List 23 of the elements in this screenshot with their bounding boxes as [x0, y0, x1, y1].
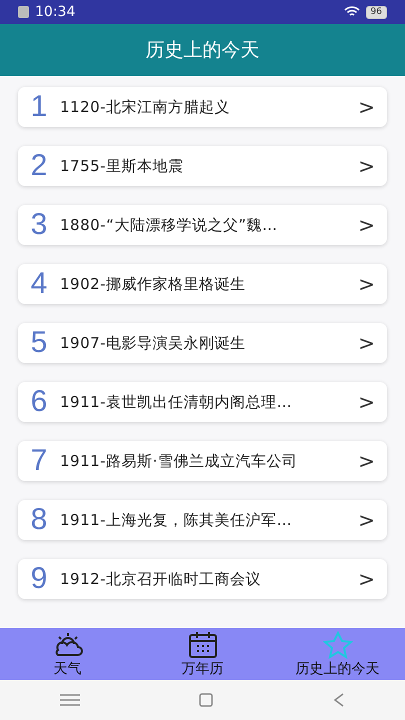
- event-item[interactable]: 4 1902-挪威作家格里格诞生 >: [18, 264, 387, 304]
- battery-level: 96: [366, 6, 387, 18]
- sim-icon: [18, 6, 29, 18]
- weather-icon: [52, 630, 82, 658]
- event-item[interactable]: 5 1907-电影导演吴永刚诞生 >: [18, 323, 387, 363]
- event-item[interactable]: 7 1911-路易斯·雪佛兰成立汽车公司 >: [18, 441, 387, 481]
- back-icon[interactable]: [332, 693, 346, 707]
- event-item[interactable]: 2 1755-里斯本地震 >: [18, 146, 387, 186]
- home-icon[interactable]: [198, 693, 212, 707]
- calendar-icon: [188, 630, 218, 658]
- event-item[interactable]: 8 1911-上海光复，陈其美任沪军… >: [18, 500, 387, 540]
- event-item[interactable]: 9 1912-北京召开临时工商会议 >: [18, 559, 387, 599]
- wifi-icon: [344, 6, 360, 18]
- event-item[interactable]: 6 1911-袁世凯出任清朝内阁总理… >: [18, 382, 387, 422]
- nav-tab[interactable]: 万年历: [135, 628, 270, 680]
- menu-icon[interactable]: [60, 694, 80, 706]
- event-item[interactable]: 1 1120-北宋江南方腊起义 >: [18, 87, 387, 127]
- star-icon: [322, 630, 352, 658]
- status-time: 10:34: [35, 4, 76, 20]
- nav-tab[interactable]: 历史上的今天: [270, 628, 405, 680]
- page-title: 历史上的今天: [146, 38, 260, 63]
- event-item[interactable]: 3 1880-“大陆漂移学说之父”魏… >: [18, 205, 387, 245]
- nav-tab[interactable]: 天气: [0, 628, 135, 680]
